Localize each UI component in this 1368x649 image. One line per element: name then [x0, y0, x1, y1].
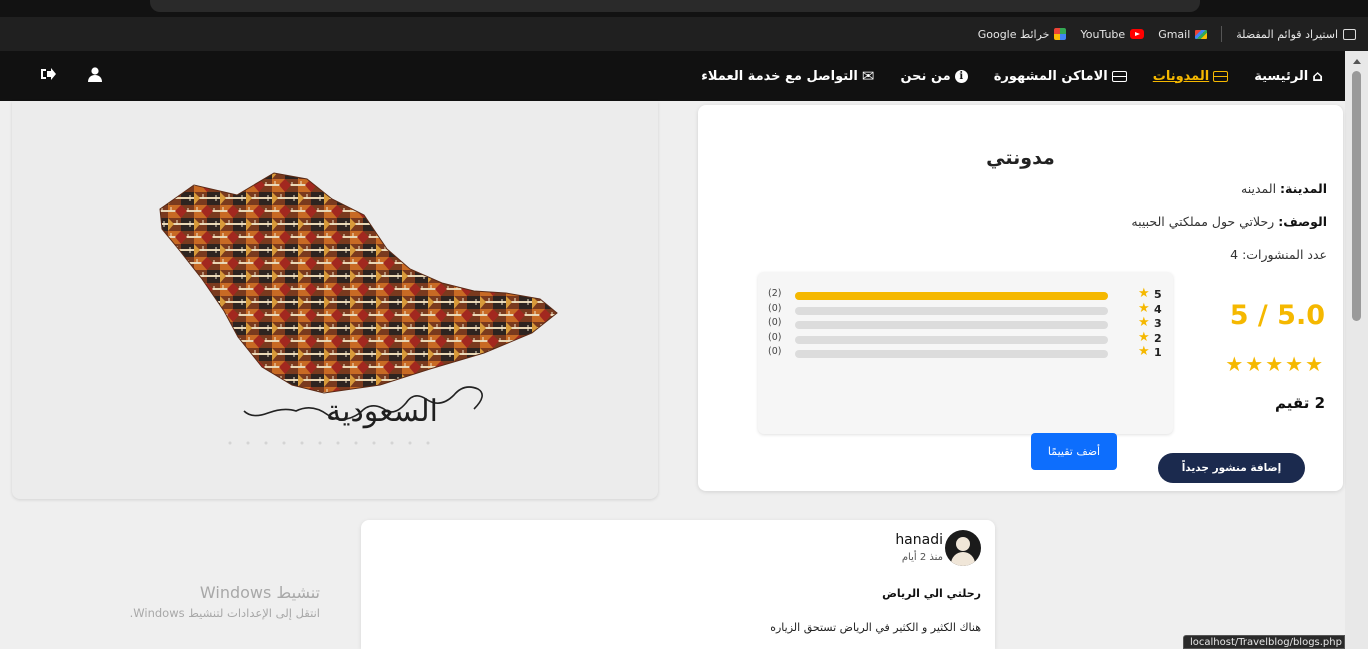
posts-count-value: 4 [1230, 247, 1239, 262]
star-icon: ★ [1138, 286, 1150, 301]
nav-home[interactable]: ⌂ الرئيسية [1254, 67, 1323, 85]
bookmarks-bar: استيراد قوائم المفضلة Gmail YouTube خرائ… [0, 17, 1368, 51]
rating-row-stars: 5 [1154, 288, 1162, 301]
gmail-icon [1195, 29, 1208, 39]
rating-distribution: (2) ★ 5 (0) ★ 4 (0) ★ 3 (0) ★ 2 (0) ★ 1 [758, 272, 1173, 434]
nav-places[interactable]: الاماكن المشهورة [994, 69, 1127, 84]
table-icon [1213, 70, 1229, 82]
post-card: hanadi منذ 2 أيام رحلتي الي الرياض هناك … [361, 520, 995, 649]
rating-average: 5 / 5.0 [1229, 300, 1325, 331]
star-icon: ★ [1138, 329, 1150, 345]
city-label: المدينة: [1280, 181, 1327, 196]
city-line: المدينة: المدينه [1241, 181, 1327, 196]
google-maps-icon [1054, 28, 1067, 40]
home-icon: ⌂ [1312, 67, 1323, 85]
city-value: المدينه [1241, 181, 1277, 196]
posts-count-label: عدد المنشورات: [1242, 247, 1327, 262]
description-line: الوصف: رحلاتي حول مملكتي الحبيبه [1131, 214, 1327, 229]
post-title[interactable]: رحلتي الي الرياض [882, 587, 981, 600]
youtube-icon [1130, 29, 1145, 39]
rating-bar-track [795, 321, 1108, 329]
windows-activation-title: تنشيط Windows [199, 583, 320, 602]
import-bookmarks-icon [1343, 28, 1356, 40]
bookmark-import[interactable]: استيراد قوائم المفضلة [1236, 28, 1356, 41]
post-username[interactable]: hanadi [895, 532, 943, 548]
rating-bar-track [795, 306, 1108, 315]
star-icon: ★ [1138, 315, 1150, 330]
post-body: هناك الكثير و الكثير في الرياض تستحق الز… [770, 621, 981, 634]
address-bar-edge[interactable] [150, 0, 1200, 12]
nav-about-label: من نحن [900, 68, 951, 84]
star-icon: ★ [1138, 300, 1150, 316]
rating-row-count: (0) [768, 331, 782, 343]
rating-row-3: (0) ★ 3 [758, 315, 1173, 332]
nav-places-label: الاماكن المشهورة [993, 68, 1108, 84]
saudi-map-image: السعودية [159, 172, 558, 445]
rating-bar-track [795, 292, 1108, 300]
rating-row-5: (2) ★ 5 [758, 286, 1173, 303]
page-scrollbar[interactable] [1345, 51, 1368, 649]
rating-bar-track [795, 335, 1108, 344]
rating-row-stars: 3 [1154, 317, 1162, 330]
sign-out-icon[interactable] [40, 67, 56, 85]
rating-row-count: (0) [768, 317, 782, 328]
windows-activation-subtitle: انتقل إلى الإعدادات لتنشيط Windows. [129, 606, 320, 620]
avatar[interactable] [945, 530, 981, 566]
star-icon: ★ [1138, 344, 1150, 359]
post-time: منذ 2 أيام [901, 552, 943, 563]
nav-blogs-label: المدونات [1152, 68, 1210, 84]
scroll-up-arrow-icon[interactable] [1353, 59, 1361, 64]
bookmark-import-label: استيراد قوائم المفضلة [1236, 27, 1338, 41]
nav-contact[interactable]: ✉ التواصل مع خدمة العملاء [701, 67, 874, 85]
hero-image-card: السعودية [12, 101, 658, 499]
rating-row-4: (0) ★ 4 [758, 300, 1173, 318]
nav-blogs[interactable]: المدونات [1152, 68, 1229, 84]
rating-bar-fill [795, 292, 1108, 300]
table-icon [1111, 70, 1127, 82]
envelope-icon: ✉ [861, 67, 875, 85]
bookmark-youtube[interactable]: YouTube [1080, 27, 1145, 41]
bookmark-maps-label: خرائط Google [977, 27, 1050, 41]
blog-info-card: مدونتي المدينة: المدينه الوصف: رحلاتي حو… [698, 105, 1343, 491]
bookmarks-divider [1221, 26, 1223, 42]
rating-row-2: (0) ★ 2 [758, 329, 1173, 347]
blog-title: مدونتي [986, 147, 1055, 169]
info-icon: i [954, 69, 968, 83]
main-navbar: ⌂ الرئيسية المدونات الاماكن المشهورة i م… [0, 51, 1345, 101]
bookmark-gmail[interactable]: Gmail [1158, 27, 1208, 41]
nav-contact-label: التواصل مع خدمة العملاء [701, 68, 858, 84]
description-value: رحلاتي حول مملكتي الحبيبه [1131, 214, 1275, 229]
bookmark-gmail-label: Gmail [1158, 27, 1191, 41]
rating-row-count: (2) [768, 288, 782, 299]
add-rating-button[interactable]: أضف تقييمًا [1031, 433, 1117, 470]
posts-count-line: عدد المنشورات: 4 [1230, 247, 1327, 262]
nav-about[interactable]: i من نحن [900, 68, 968, 84]
browser-top-strip [0, 0, 1368, 17]
description-label: الوصف: [1278, 214, 1327, 229]
rating-row-1: (0) ★ 1 [758, 344, 1173, 361]
status-url-tooltip: localhost/Travelblog/blogs.php [1183, 635, 1345, 649]
nav-user-actions [40, 51, 102, 101]
rating-row-stars: 1 [1154, 346, 1162, 359]
ratings-count: 2 تقيم [1275, 394, 1325, 412]
rating-row-stars: 2 [1154, 331, 1162, 345]
nav-links: ⌂ الرئيسية المدونات الاماكن المشهورة i م… [701, 51, 1323, 101]
bookmark-youtube-label: YouTube [1080, 27, 1126, 41]
bookmark-maps[interactable]: خرائط Google [978, 28, 1067, 41]
user-icon[interactable] [88, 66, 102, 86]
add-post-button[interactable]: إضافة منشور جديداً [1158, 453, 1305, 483]
nav-home-label: الرئيسية [1254, 68, 1309, 84]
rating-row-count: (0) [768, 346, 782, 357]
scroll-thumb[interactable] [1352, 71, 1361, 321]
avatar-head [956, 537, 970, 551]
hero-calligraphy: السعودية [326, 394, 438, 429]
windows-activation-watermark: تنشيط Windows انتقل إلى الإعدادات لتنشيط… [70, 583, 320, 620]
rating-row-stars: 4 [1154, 302, 1162, 316]
avatar-body [951, 552, 975, 566]
rating-stars-icon: ★★★★★ [1225, 352, 1325, 376]
rating-row-count: (0) [768, 302, 782, 314]
rating-bar-track [795, 350, 1108, 358]
